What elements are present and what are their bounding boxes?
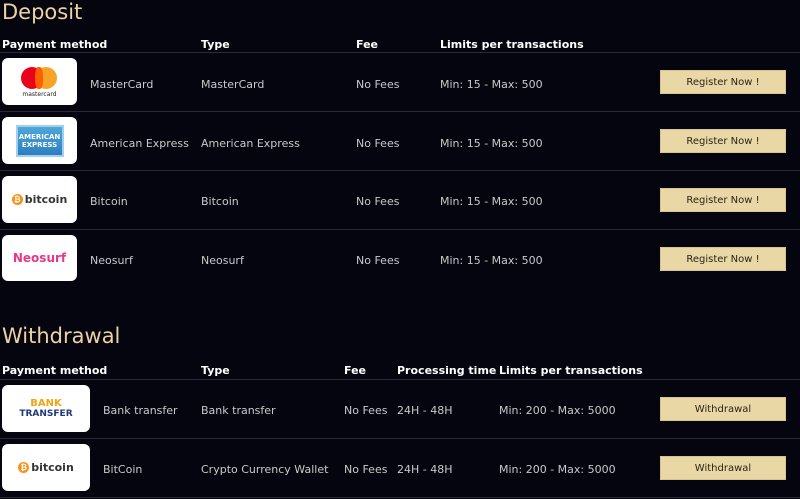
method-type: Bank transfer xyxy=(201,404,276,417)
method-processing: 24H - 48H xyxy=(397,404,453,417)
american-express-logo: AMERICAN EXPRESS xyxy=(2,117,77,164)
method-name: Bank transfer xyxy=(103,404,178,417)
method-name: MasterCard xyxy=(90,78,154,91)
neosurf-logo-text: Neosurf xyxy=(12,251,67,265)
deposit-header-method: Payment method xyxy=(2,38,108,51)
method-processing: 24H - 48H xyxy=(397,463,453,476)
neosurf-logo: Neosurf xyxy=(2,235,77,281)
method-type: Neosurf xyxy=(201,254,244,267)
bitcoin-logo-text: bitcoin xyxy=(31,461,74,474)
withdrawal-header-fee: Fee xyxy=(344,364,366,377)
method-limits: Min: 200 - Max: 5000 xyxy=(499,463,616,476)
bitcoin-logo: ₿ bitcoin xyxy=(2,176,77,223)
method-type: Bitcoin xyxy=(201,195,239,208)
method-fee: No Fees xyxy=(356,137,400,150)
withdrawal-header-method: Payment method xyxy=(2,364,108,377)
divider xyxy=(0,52,800,53)
register-now-button[interactable]: Register Now ! xyxy=(660,247,786,271)
method-name: Bitcoin xyxy=(90,195,128,208)
deposit-header-fee: Fee xyxy=(356,38,378,51)
method-limits: Min: 15 - Max: 500 xyxy=(440,78,543,91)
method-limits: Min: 15 - Max: 500 xyxy=(440,137,543,150)
bitcoin-coin-icon: ₿ xyxy=(18,462,30,473)
method-name: Neosurf xyxy=(90,254,133,267)
deposit-header-type: Type xyxy=(201,38,230,51)
bitcoin-logo: ₿ bitcoin xyxy=(2,444,90,491)
method-limits: Min: 15 - Max: 500 xyxy=(440,195,543,208)
withdrawal-header-type: Type xyxy=(201,364,230,377)
amex-logo-text-1: AMERICAN xyxy=(18,132,61,141)
method-fee: No Fees xyxy=(356,78,400,91)
method-limits: Min: 200 - Max: 5000 xyxy=(499,404,616,417)
deposit-title: Deposit xyxy=(2,0,83,24)
bitcoin-logo-text: bitcoin xyxy=(24,193,68,206)
method-fee: No Fees xyxy=(344,463,388,476)
bank-logo-text-1: BANK xyxy=(30,397,62,409)
method-name: BitCoin xyxy=(103,463,143,476)
bank-logo-text-2: TRANSFER xyxy=(19,408,73,419)
withdrawal-button[interactable]: Withdrawal xyxy=(660,397,786,421)
method-limits: Min: 15 - Max: 500 xyxy=(440,254,543,267)
withdrawal-header-limits: Limits per transactions xyxy=(499,364,643,377)
method-type: American Express xyxy=(201,137,300,150)
withdrawal-header-processing: Processing time xyxy=(397,364,497,377)
register-now-button[interactable]: Register Now ! xyxy=(660,129,786,153)
divider xyxy=(0,438,800,439)
divider xyxy=(0,111,800,112)
withdrawal-button[interactable]: Withdrawal xyxy=(660,456,786,480)
mastercard-logo-text: mastercard xyxy=(22,90,57,98)
divider xyxy=(0,379,800,380)
amex-logo-text-2: EXPRESS xyxy=(21,140,58,149)
method-fee: No Fees xyxy=(356,254,400,267)
method-type: MasterCard xyxy=(201,78,265,91)
divider xyxy=(0,497,800,498)
divider xyxy=(0,170,800,171)
register-now-button[interactable]: Register Now ! xyxy=(660,188,786,212)
bank-transfer-logo: BANK TRANSFER xyxy=(2,385,90,432)
bitcoin-coin-icon: ₿ xyxy=(11,194,23,205)
divider xyxy=(0,229,800,230)
deposit-header-limits: Limits per transactions xyxy=(440,38,584,51)
method-fee: No Fees xyxy=(356,195,400,208)
register-now-button[interactable]: Register Now ! xyxy=(660,70,786,94)
method-type: Crypto Currency Wallet xyxy=(201,463,329,476)
method-fee: No Fees xyxy=(344,404,388,417)
withdrawal-title: Withdrawal xyxy=(2,324,121,348)
method-name: American Express xyxy=(90,137,189,150)
mastercard-logo: mastercard xyxy=(2,58,77,105)
